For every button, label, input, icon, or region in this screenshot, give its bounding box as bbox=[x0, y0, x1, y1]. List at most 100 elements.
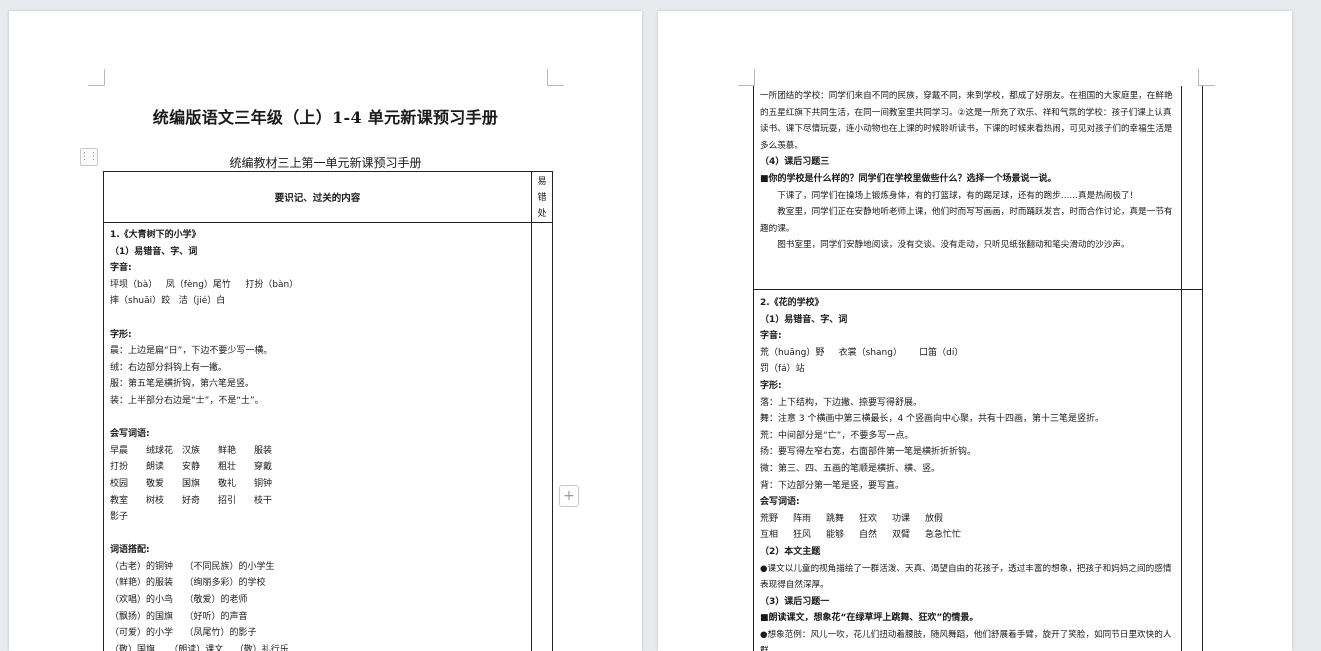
sample-answer: 教室里，同学们正在安静地听老师上课，他们时而写写画画，时而踊跃发言，时而合作讨论… bbox=[760, 207, 1173, 234]
text-line: 摔（shuāi）跤 洁（jié）白 bbox=[110, 296, 226, 307]
section-heading: 会写词语: bbox=[110, 429, 150, 440]
text-line: 装：上半部分右边是“士”，不是“土”。 bbox=[110, 395, 264, 406]
text-line: 晨：上边是扁“日”，下边不要少写一横。 bbox=[110, 346, 273, 357]
text-line: 绒：右边部分斜钩上有一撇。 bbox=[110, 362, 228, 373]
vocab-word: 敬爱 bbox=[146, 478, 165, 489]
vocab-word: 服装 bbox=[254, 445, 273, 456]
margin-corner-top-right bbox=[547, 69, 564, 86]
preview-table[interactable]: 要识记、过关的内容 易 错 处 1.《大青树下的小学》 （1）易错音、字、词 字音:… bbox=[103, 171, 553, 651]
section-heading: ■朗读课文，想象花“在绿草坪上跳舞、狂欢”的情景。 bbox=[760, 613, 979, 624]
word-row: 影子 bbox=[110, 509, 525, 526]
table-cell-content[interactable]: 2.《花的学校》 （1）易错音、字、词 字音: 荒（huāng）野 衣裳（shang）… bbox=[760, 295, 1178, 651]
section-heading: 会写词语: bbox=[760, 497, 800, 508]
document-page-left: 统编版语文三年级（上）1-4 单元新课预习手册 ⋮⋮ 统编教材三上第一单元新课预… bbox=[9, 11, 642, 651]
vocab-word: 跳舞 bbox=[826, 513, 845, 524]
word-row: 互相 狂风 能够 自然 双臂 急急忙忙 bbox=[760, 527, 1178, 544]
text-line: 微：第三、四、五画的笔顺是横折、横、竖。 bbox=[760, 463, 941, 474]
vocab-word: 荒野 bbox=[760, 513, 779, 524]
vocab-word: 急急忙忙 bbox=[925, 530, 962, 541]
text-line: 罚（fá）站 bbox=[760, 364, 805, 375]
margin-corner-top-right bbox=[1198, 69, 1215, 86]
text-line: 坪坝（bà） 凤（fèng）尾竹 打扮（bàn） bbox=[110, 279, 299, 290]
table-cell-content[interactable]: 一所团结的学校：同学们来自不同的民族，穿戴不同，来到学校，都成了好朋友。在祖国的… bbox=[760, 88, 1178, 254]
section-heading: （1）易错音、字、词 bbox=[760, 314, 848, 325]
vocab-word: 校园 bbox=[110, 478, 129, 489]
sample-answer: 下课了，同学们在操场上锻炼身体，有的打篮球，有的踢足球，还有的跑步……真是热闹极… bbox=[777, 190, 1139, 201]
text-line: 落：上下结构，下边撇、捺要写得舒展。 bbox=[760, 397, 923, 408]
text-line bbox=[110, 526, 525, 543]
paragraph: ●课文以儿童的视角描绘了一群活泼、天真、渴望自由的花孩子，透过丰富的想象，把孩子… bbox=[760, 563, 1172, 591]
text-line: （鲜艳）的服装 （绚丽多彩）的学校 bbox=[110, 578, 266, 589]
exercise-title: （4）课后习题三 bbox=[760, 157, 830, 168]
vocab-word: 互相 bbox=[760, 530, 779, 541]
table-cell-content[interactable]: 1.《大青树下的小学》 （1）易错音、字、词 字音: 坪坝（bà） 凤（fèng）尾竹… bbox=[110, 227, 525, 651]
section-heading: 字形: bbox=[110, 329, 132, 340]
section-heading: 字音: bbox=[110, 263, 132, 274]
text-line: 扬：要写得左窄右宽，右面部件第一笔是横折折折钩。 bbox=[760, 447, 977, 458]
vocab-word: 放假 bbox=[925, 513, 944, 524]
vocab-word: 汉族 bbox=[182, 445, 201, 456]
text-line: （飘扬）的国旗 （好听）的声音 bbox=[110, 611, 248, 622]
text-line: （古老）的铜钟 （不同民族）的小学生 bbox=[110, 561, 275, 572]
table-caption: 统编教材三上第一单元新课预习手册 bbox=[229, 156, 422, 170]
paragraph: 一所团结的学校：同学们来自不同的民族，穿戴不同，来到学校，都成了好朋友。在祖国的… bbox=[760, 91, 1173, 151]
vocab-word: 教室 bbox=[110, 495, 129, 506]
text-line: 服：第五笔是横折钩，第六笔是竖。 bbox=[110, 379, 255, 390]
row-divider bbox=[754, 289, 1202, 290]
section-heading: 1.《大青树下的小学》 bbox=[110, 230, 201, 240]
table-header-side: 易 错 处 bbox=[532, 174, 552, 222]
text-line: 背：下边部分第一笔是竖，要写直。 bbox=[760, 480, 905, 491]
vocab-word: 自然 bbox=[859, 530, 878, 541]
vocab-word: 安静 bbox=[182, 462, 201, 473]
table-header-main: 要识记、过关的内容 bbox=[274, 193, 361, 204]
vocab-word: 穿戴 bbox=[254, 462, 273, 473]
text-line: （可爱）的小学 （凤尾竹）的影子 bbox=[110, 628, 257, 639]
word-row: 打扮 朗读 安静 粗壮 穿戴 bbox=[110, 459, 525, 476]
section-heading: （3）课后习题一 bbox=[760, 596, 830, 607]
vocab-word: 枝干 bbox=[254, 495, 273, 506]
vocab-word: 招引 bbox=[218, 495, 237, 506]
word-row: 校园 敬爱 国旗 敬礼 铜钟 bbox=[110, 476, 525, 493]
document-title: 统编版语文三年级（上）1-4 单元新课预习手册 bbox=[152, 108, 499, 127]
vocab-word: 能够 bbox=[826, 530, 845, 541]
margin-corner-top-left bbox=[738, 69, 755, 86]
section-heading: 字形: bbox=[760, 380, 782, 391]
vocab-word: 树枝 bbox=[146, 495, 165, 506]
vocab-word: 粗壮 bbox=[218, 462, 237, 473]
word-row: 早晨 绒球花 汉族 鲜艳 服装 bbox=[110, 443, 525, 460]
section-heading: 词语搭配: bbox=[110, 545, 150, 556]
vocab-word: 阵雨 bbox=[793, 513, 812, 524]
margin-corner-top-left bbox=[88, 69, 105, 86]
row-divider bbox=[104, 222, 552, 223]
vocab-word: 好奇 bbox=[182, 495, 201, 506]
vocab-word: 狂风 bbox=[793, 530, 812, 541]
vocab-word: 鲜艳 bbox=[218, 445, 237, 456]
vocab-word: 功课 bbox=[892, 513, 911, 524]
text-line: 荒：中间部分是“亡”，不要多写一点。 bbox=[760, 430, 914, 441]
vocab-word: 国旗 bbox=[182, 478, 201, 489]
vocab-word: 狂欢 bbox=[859, 513, 878, 524]
vocab-word: 朗读 bbox=[146, 462, 165, 473]
document-page-right: 一所团结的学校：同学们来自不同的民族，穿戴不同，来到学校，都成了好朋友。在祖国的… bbox=[658, 11, 1292, 651]
vocab-word: 早晨 bbox=[110, 445, 129, 456]
add-row-plus-icon[interactable]: + bbox=[559, 485, 579, 507]
word-row: 荒野 阵雨 跳舞 狂欢 功课 放假 bbox=[760, 511, 1178, 528]
text-line bbox=[110, 310, 525, 327]
exercise-question: ■你的学校是什么样的？同学们在学校里做些什么？选择一个场景说一说。 bbox=[760, 173, 1057, 184]
section-heading: （1）易错音、字、词 bbox=[110, 246, 198, 257]
text-line: （敬）国旗 （朗读）课文 （敬）礼行乐 bbox=[110, 644, 289, 651]
section-heading: 字音: bbox=[760, 331, 782, 342]
vocab-word: 铜钟 bbox=[254, 478, 273, 489]
vocab-word: 打扮 bbox=[110, 462, 129, 473]
text-line: 舞：注意 3 个横画中第三横最长，4 个竖画向中心聚，共有十四画，第十三笔是竖折… bbox=[760, 414, 1105, 425]
header-side-char: 错 bbox=[537, 193, 547, 203]
preview-table-continued[interactable]: 一所团结的学校：同学们来自不同的民族，穿戴不同，来到学校，都成了好朋友。在祖国的… bbox=[753, 86, 1203, 651]
vocab-word: 双臂 bbox=[892, 530, 911, 541]
text-line: 荒（huāng）野 衣裳（shang） 口笛（dí） bbox=[760, 347, 964, 358]
section-heading: （2）本文主题 bbox=[760, 546, 821, 557]
word-row: 教室 树枝 好奇 招引 枝干 bbox=[110, 493, 525, 510]
header-side-char: 处 bbox=[537, 209, 547, 219]
section-heading: 2.《花的学校》 bbox=[760, 298, 824, 308]
text-line bbox=[110, 410, 525, 427]
vocab-word: 敬礼 bbox=[218, 478, 237, 489]
